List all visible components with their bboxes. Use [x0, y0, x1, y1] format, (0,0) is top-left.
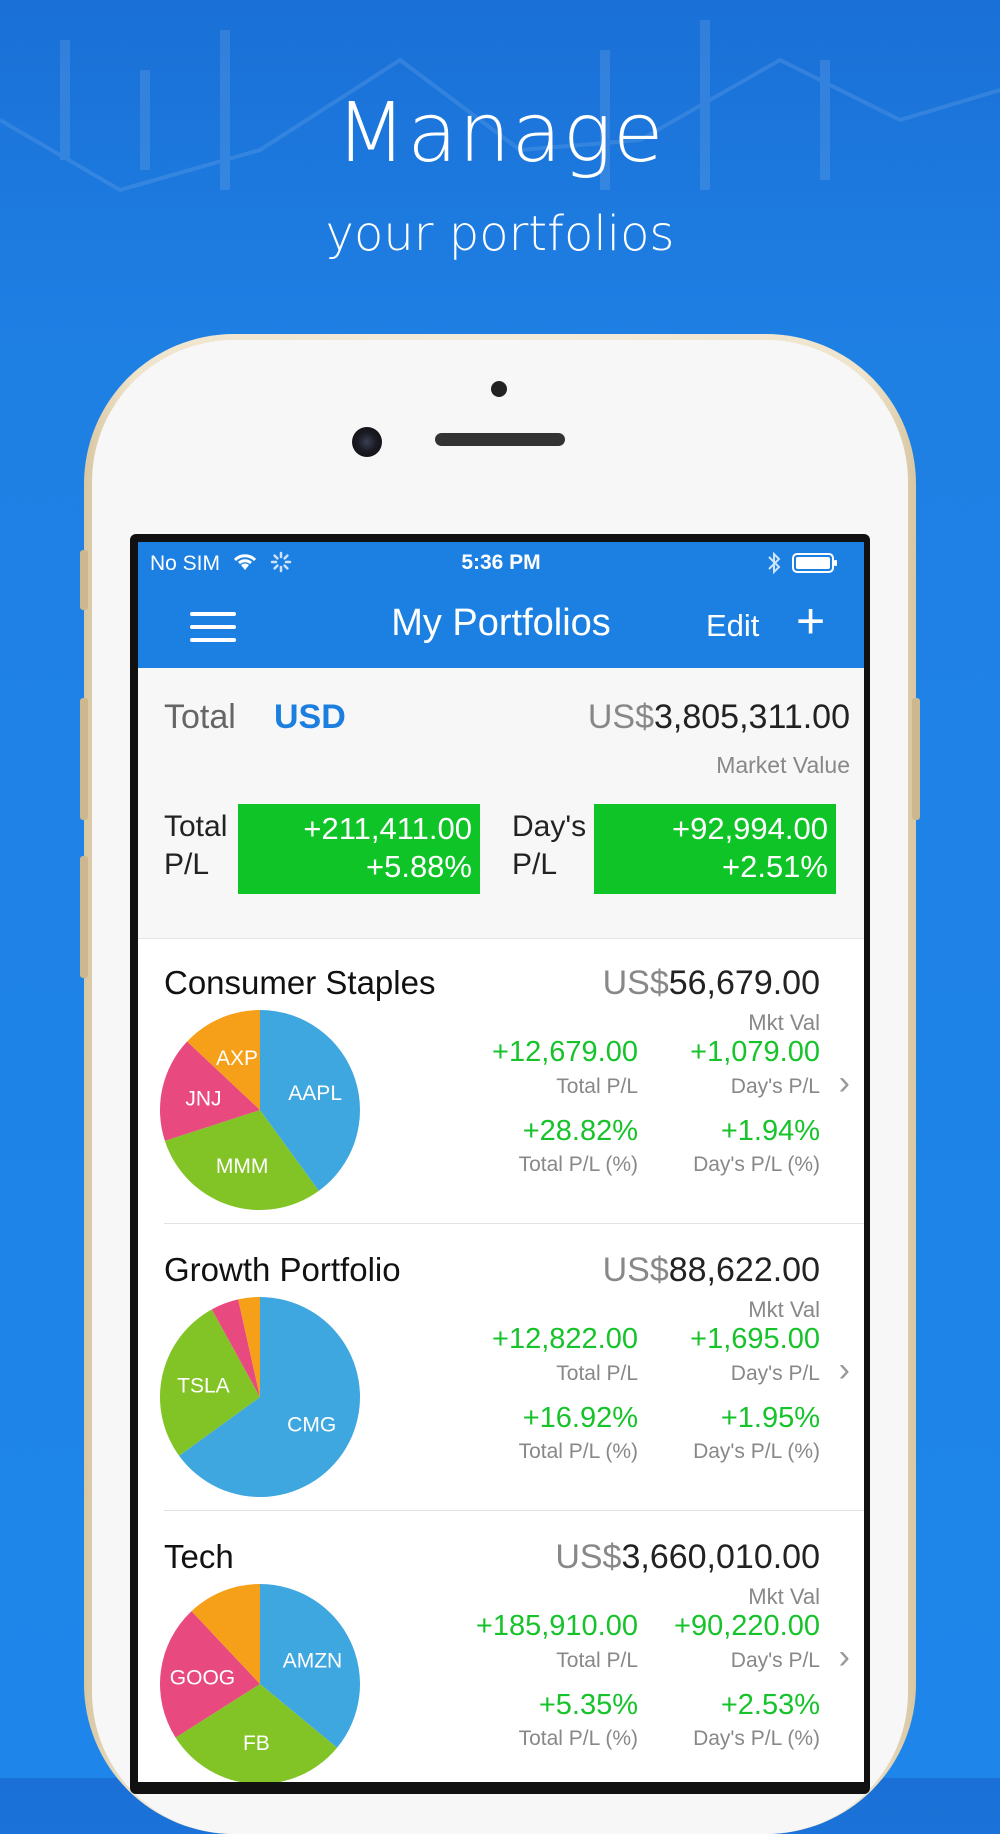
days-pl-value: +90,220.00	[674, 1610, 820, 1642]
portfolio-name: Consumer Staples	[164, 964, 436, 1001]
total-pl-pct-label: Total P/L (%)	[518, 1153, 638, 1176]
chevron-right-icon[interactable]: ›	[839, 1638, 850, 1677]
mkt-val-label: Mkt Val	[748, 1010, 820, 1035]
power-button	[912, 698, 920, 820]
pie-slice-label: AAPL	[288, 1082, 342, 1105]
total-label: Total	[164, 698, 236, 736]
pie-slice-label: GOOG	[170, 1667, 235, 1690]
total-pl-pct-label: Total P/L (%)	[518, 1727, 638, 1750]
days-pl-pct-value: +1.94%	[720, 1115, 820, 1147]
status-bar: No SIM 5:36 PM	[138, 542, 864, 582]
status-time: 5:36 PM	[461, 551, 541, 574]
total-pl-label: Total P/L	[164, 810, 228, 881]
nav-bar: My Portfolios Edit +	[138, 582, 864, 668]
app-display: No SIM 5:36 PM My Portfolios Edit + Tota…	[138, 542, 864, 1782]
pie-slice-label: CMG	[287, 1413, 336, 1436]
total-pl-label: Total P/L	[556, 1362, 638, 1385]
battery-icon	[792, 553, 837, 573]
pie-slice-label: AXP	[216, 1047, 258, 1070]
portfolio-name: Tech	[164, 1538, 234, 1575]
pie-slice-label: FB	[243, 1732, 270, 1755]
proximity-sensor	[491, 381, 507, 397]
total-pl-value: +185,910.00	[475, 1610, 638, 1642]
pie-slice-label: JNJ	[185, 1087, 221, 1110]
mkt-val-label: Mkt Val	[748, 1584, 820, 1609]
total-pl-pct-value: +28.82%	[522, 1115, 638, 1147]
days-pl-label: Day's P/L	[730, 1075, 820, 1098]
chevron-right-icon[interactable]: ›	[839, 1064, 850, 1103]
total-market-value: US$3,805,311.00	[587, 698, 850, 736]
days-pl-pct-value: +2.53%	[720, 1689, 820, 1721]
total-pl-label: Total P/L	[556, 1075, 638, 1098]
portfolio-card[interactable]: Growth Portfolio US$88,622.00 Mkt Val CM…	[138, 1225, 864, 1511]
portfolio-card[interactable]: Tech US$3,660,010.00 Mkt Val AMZN FB GOOG …	[138, 1512, 864, 1782]
days-pl-label: Day's P/L	[730, 1362, 820, 1385]
portfolio-market-value: US$56,679.00	[602, 964, 820, 1002]
days-pl-pct-label: Day's P/L (%)	[693, 1153, 820, 1176]
pie-slice-label: TSLA	[177, 1374, 230, 1397]
earpiece-speaker	[435, 433, 565, 446]
total-pl-box: +211,411.00 +5.88%	[238, 804, 480, 894]
days-pl-value: +1,695.00	[690, 1323, 820, 1355]
front-camera	[352, 427, 382, 457]
pie-slice-label: MMM	[216, 1155, 268, 1178]
total-pl-pct-value: +16.92%	[522, 1402, 638, 1434]
allocation-pie-chart: CMG TSLA	[160, 1297, 360, 1497]
total-pl-value: +12,822.00	[492, 1323, 638, 1355]
total-pl-pct-label: Total P/L (%)	[518, 1440, 638, 1463]
headline-title: Manage	[335, 86, 665, 181]
bluetooth-icon	[768, 551, 781, 575]
divider	[164, 1223, 864, 1224]
add-portfolio-button[interactable]: +	[796, 592, 825, 650]
market-value-label: Market Value	[716, 752, 850, 778]
chevron-right-icon[interactable]: ›	[839, 1351, 850, 1390]
allocation-pie-chart: AAPL MMM JNJ AXP	[160, 1010, 360, 1210]
days-pl-pct-value: +1.95%	[720, 1402, 820, 1434]
volume-up-button	[80, 698, 88, 820]
days-pl-pct-label: Day's P/L (%)	[693, 1727, 820, 1750]
portfolio-market-value: US$88,622.00	[602, 1251, 820, 1289]
total-pl-label: Total P/L	[556, 1649, 638, 1672]
days-pl-value: +1,079.00	[690, 1036, 820, 1068]
currency-selector[interactable]: USD	[274, 698, 346, 737]
days-pl-pct-label: Day's P/L (%)	[693, 1440, 820, 1463]
total-pl-value: +12,679.00	[492, 1036, 638, 1068]
allocation-pie-chart: AMZN FB GOOG	[160, 1584, 360, 1782]
edit-button[interactable]: Edit	[706, 608, 759, 644]
mkt-val-label: Mkt Val	[748, 1297, 820, 1322]
pie-slice-label: AMZN	[283, 1649, 343, 1672]
mute-switch	[80, 550, 88, 610]
portfolio-name: Growth Portfolio	[164, 1251, 401, 1288]
divider	[164, 1510, 864, 1511]
total-pl-pct-value: +5.35%	[538, 1689, 638, 1721]
days-pl-label: Day's P/L	[730, 1649, 820, 1672]
headline-subtitle: your portfolios	[325, 206, 675, 262]
portfolio-card[interactable]: Consumer Staples US$56,679.00 Mkt Val AA…	[138, 938, 864, 1224]
days-pl-box: +92,994.00 +2.51%	[594, 804, 836, 894]
portfolio-market-value: US$3,660,010.00	[555, 1538, 820, 1576]
volume-down-button	[80, 856, 88, 978]
summary-panel: Total USD US$3,805,311.00 Market Value T…	[138, 668, 864, 939]
days-pl-label: Day's P/L	[512, 810, 587, 881]
